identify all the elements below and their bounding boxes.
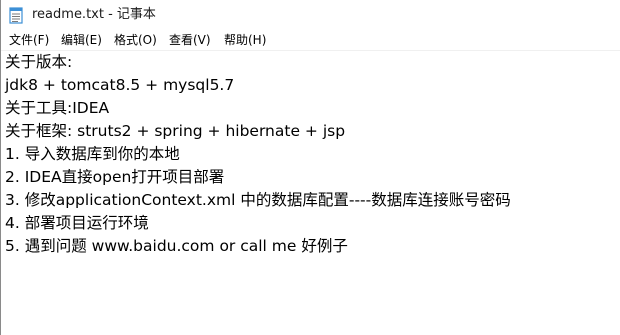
menu-view[interactable]: 查看(V) <box>168 30 212 50</box>
notepad-window: readme.txt - 记事本 文件(F) 编辑(E) 格式(O) 查看(V)… <box>0 0 620 335</box>
menu-file[interactable]: 文件(F) <box>8 30 50 50</box>
text-line-9: 5. 遇到问题 www.baidu.com or call me 好例子 <box>5 237 348 255</box>
text-line-1: 关于版本: <box>5 53 73 71</box>
menu-edit[interactable]: 编辑(E) <box>60 30 103 50</box>
text-line-6: 2. IDEA直接open打开项目部署 <box>5 168 225 186</box>
notepad-icon[interactable] <box>8 6 24 24</box>
menu-bar: 文件(F) 编辑(E) 格式(O) 查看(V) 帮助(H) <box>1 30 620 51</box>
text-line-5: 1. 导入数据库到你的本地 <box>5 145 180 163</box>
window-title: readme.txt - 记事本 <box>32 7 156 22</box>
menu-help[interactable]: 帮助(H) <box>223 30 267 50</box>
text-line-8: 4. 部署项目运行环境 <box>5 214 149 232</box>
text-line-4: 关于框架: struts2 + spring + hibernate + jsp <box>5 122 346 140</box>
title-bar[interactable]: readme.txt - 记事本 <box>1 0 620 30</box>
text-line-2: jdk8 + tomcat8.5 + mysql5.7 <box>5 76 235 94</box>
text-line-3: 关于工具:IDEA <box>5 99 110 117</box>
text-line-7: 3. 修改applicationContext.xml 中的数据库配置----数… <box>5 191 511 209</box>
text-editor-area[interactable]: 关于版本: jdk8 + tomcat8.5 + mysql5.7 关于工具:I… <box>2 51 620 335</box>
menu-format[interactable]: 格式(O) <box>113 30 158 50</box>
